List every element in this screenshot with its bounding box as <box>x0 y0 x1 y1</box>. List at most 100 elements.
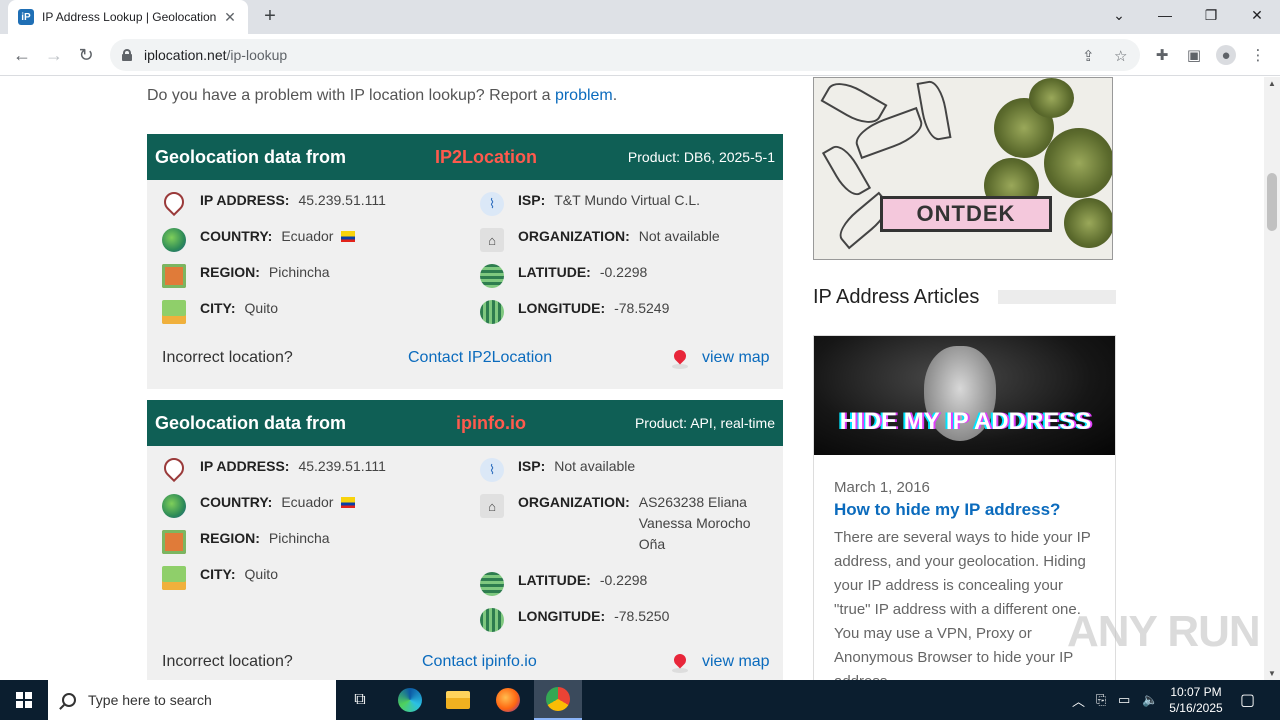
new-tab-button[interactable]: + <box>258 5 282 29</box>
forward-arrow-icon[interactable]: → <box>40 41 68 69</box>
usb-icon[interactable]: ⎘ <box>1096 680 1106 720</box>
country-row: COUNTRY: Ecuador <box>162 494 356 518</box>
bookmark-star-icon[interactable]: ☆ <box>1114 47 1127 65</box>
ip-address-row: IP ADDRESS: 45.239.51.111 <box>159 453 386 483</box>
search-placeholder: Type here to search <box>88 692 212 708</box>
heading-underline-bar <box>998 290 1116 304</box>
antenna-icon: ⌇ <box>480 192 504 216</box>
windows-logo-icon <box>16 692 32 708</box>
advertisement-banner[interactable]: ONTDEK <box>813 77 1113 260</box>
start-button[interactable] <box>0 680 48 720</box>
city-row: CITY: Quito <box>162 300 278 324</box>
extensions-puzzle-icon[interactable]: ✚ <box>1152 45 1172 65</box>
share-icon[interactable]: ⇪ <box>1082 47 1095 65</box>
url-path: /ip-lookup <box>226 47 288 63</box>
longitude-icon <box>480 608 504 632</box>
report-problem-link[interactable]: problem <box>555 87 613 104</box>
browser-toolbar: ← → ↻ iplocation.net/ip-lookup ⇪ ☆ ✚ ▣ ●… <box>0 34 1280 76</box>
scroll-up-arrow-icon[interactable]: ▲ <box>1268 79 1276 88</box>
scroll-thumb[interactable] <box>1267 173 1277 231</box>
geolocation-panel-ipinfo: Geolocation data from ipinfo.io Product:… <box>147 400 783 680</box>
longitude-row: LONGITUDE: -78.5250 <box>480 608 669 632</box>
edge-taskbar-button[interactable] <box>386 680 434 720</box>
organization-row: ⌂ ORGANIZATION: AS263238 Eliana Vanessa … <box>480 494 769 555</box>
back-arrow-icon[interactable]: ← <box>8 41 36 69</box>
report-problem-text: Do you have a problem with IP location l… <box>147 87 618 104</box>
region-map-icon <box>162 530 186 554</box>
firefox-taskbar-button[interactable] <box>484 680 532 720</box>
clock-time: 10:07 PM <box>1170 685 1222 699</box>
region-row: REGION: Pichincha <box>162 530 330 554</box>
anyrun-watermark: ANY RUN <box>1067 607 1261 656</box>
taskbar-search-box[interactable]: Type here to search <box>48 680 336 720</box>
tab-title: IP Address Lookup | Geolocation <box>42 10 217 24</box>
view-map-link[interactable]: view map <box>702 653 770 671</box>
articles-heading: IP Address Articles <box>813 286 980 308</box>
panel-header: Geolocation data from ipinfo.io Product:… <box>147 400 783 446</box>
browser-tab[interactable]: iP IP Address Lookup | Geolocation ✕ <box>8 0 248 34</box>
panel-label: Geolocation data from <box>155 412 347 433</box>
article-date: March 1, 2016 <box>834 479 930 496</box>
windows-taskbar: Type here to search ⧉ ︿ ⎘ ▭ 🔈 10:07 PM 5… <box>0 680 1280 720</box>
ecuador-flag-icon <box>341 497 356 508</box>
show-hidden-icons-chevron-icon[interactable]: ︿ <box>1072 680 1085 720</box>
notification-center-icon[interactable]: ▢ <box>1240 680 1255 720</box>
globe-icon <box>162 494 186 518</box>
article-image[interactable]: HIDE MY IP ADDRESS <box>814 336 1115 455</box>
article-excerpt: There are several ways to hide your IP a… <box>834 529 1091 680</box>
system-clock[interactable]: 10:07 PM 5/16/2025 <box>1158 684 1234 716</box>
provider-name: ipinfo.io <box>456 412 526 433</box>
menu-kebab-icon[interactable]: ⋮ <box>1248 45 1268 65</box>
tab-search-chevron-icon[interactable]: ⌄ <box>1096 0 1142 30</box>
folder-icon <box>446 691 470 709</box>
address-bar[interactable]: iplocation.net/ip-lookup ⇪ ☆ <box>110 39 1140 71</box>
city-icon <box>162 300 186 324</box>
profile-avatar-icon[interactable]: ● <box>1216 45 1236 65</box>
chrome-icon <box>546 687 570 711</box>
view-map-link[interactable]: view map <box>702 349 770 367</box>
restore-button[interactable]: ❐ <box>1188 0 1234 30</box>
product-info: Product: API, real-time <box>634 415 775 431</box>
latitude-row: LATITUDE: -0.2298 <box>480 572 647 596</box>
isp-row: ⌇ ISP: Not available <box>480 458 635 482</box>
edge-icon <box>398 688 422 712</box>
ip-address-row: IP ADDRESS: 45.239.51.111 <box>159 187 386 217</box>
url-domain: iplocation.net <box>144 47 227 63</box>
scroll-down-arrow-icon[interactable]: ▼ <box>1268 669 1276 678</box>
ecuador-flag-icon <box>341 231 356 242</box>
contact-ip2location-link[interactable]: Contact IP2Location <box>408 349 552 367</box>
region-map-icon <box>162 264 186 288</box>
country-row: COUNTRY: Ecuador <box>162 228 356 252</box>
tab-close-icon[interactable]: ✕ <box>222 9 238 26</box>
building-icon: ⌂ <box>480 494 504 518</box>
provider-name: IP2Location <box>435 146 538 167</box>
file-explorer-taskbar-button[interactable] <box>434 680 482 720</box>
close-window-button[interactable]: ✕ <box>1234 0 1280 30</box>
task-view-button[interactable]: ⧉ <box>336 680 384 720</box>
volume-icon[interactable]: 🔈 <box>1142 680 1158 720</box>
product-info: Product: DB6, 2025-5-1 <box>627 149 775 165</box>
minimize-button[interactable]: — <box>1142 0 1188 30</box>
region-row: REGION: Pichincha <box>162 264 330 288</box>
page-scrollbar[interactable]: ▲ ▼ <box>1264 77 1280 680</box>
network-icon[interactable]: ▭ <box>1118 680 1130 720</box>
reload-icon[interactable]: ↻ <box>72 41 100 69</box>
clock-date: 5/16/2025 <box>1169 701 1223 715</box>
city-row: CITY: Quito <box>162 566 278 590</box>
map-pin-icon <box>671 347 689 365</box>
chrome-taskbar-button[interactable] <box>534 680 582 720</box>
panel-header: Geolocation data from IP2Location Produc… <box>147 134 783 180</box>
antenna-icon: ⌇ <box>480 458 504 482</box>
article-title-link[interactable]: How to hide my IP address? <box>834 500 1060 520</box>
site-favicon-icon: iP <box>18 9 34 25</box>
contact-ipinfo-link[interactable]: Contact ipinfo.io <box>422 653 537 671</box>
tab-strip: iP IP Address Lookup | Geolocation ✕ + ⌄… <box>0 0 1280 34</box>
side-panel-icon[interactable]: ▣ <box>1184 45 1204 65</box>
pin-icon <box>159 187 189 217</box>
map-pin-icon <box>671 651 689 669</box>
geolocation-panel-ip2location: Geolocation data from IP2Location Produc… <box>147 134 783 389</box>
city-icon <box>162 566 186 590</box>
latitude-row: LATITUDE: -0.2298 <box>480 264 647 288</box>
isp-row: ⌇ ISP: T&T Mundo Virtual C.L. <box>480 192 700 216</box>
panel-label: Geolocation data from <box>155 146 347 167</box>
